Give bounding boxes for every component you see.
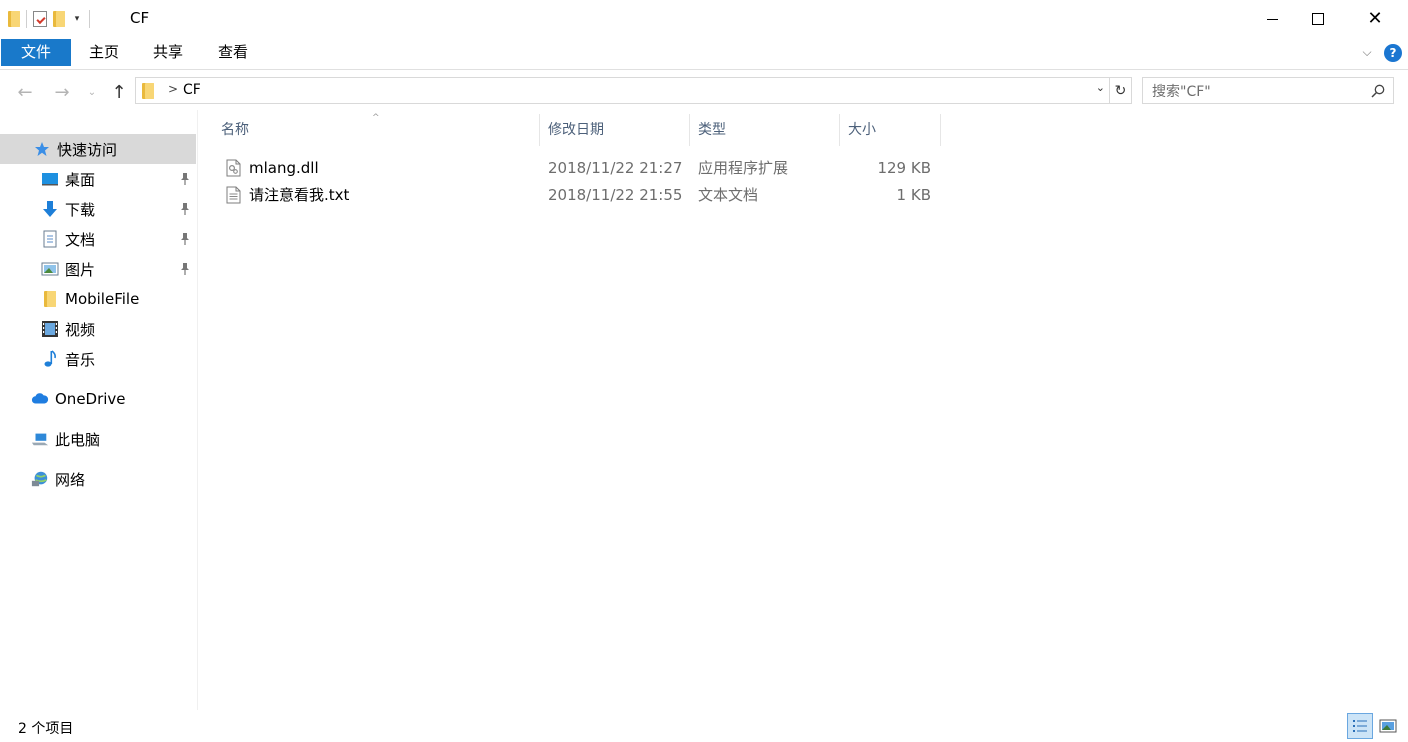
customize-toolbar-dropdown[interactable]: ▾ [71,14,83,24]
file-row[interactable]: mlang.dll 2018/11/22 21:27 应用程序扩展 129 KB [222,155,942,181]
sidebar-item-network[interactable]: 网络 [0,464,196,494]
column-header-size[interactable]: 大小 [840,114,941,146]
properties-icon[interactable] [33,11,47,27]
refresh-button[interactable]: ↻ [1110,77,1132,104]
folder-icon [142,83,154,99]
sidebar-item-label: 下载 [65,200,96,219]
sidebar-item-quick-access[interactable]: 快速访问 [0,134,196,164]
column-header-type[interactable]: 类型 [690,114,840,146]
file-size: 1 KB [896,186,931,204]
file-date: 2018/11/22 21:27 [548,159,683,177]
sidebar-item-pictures[interactable]: 图片 [0,254,196,284]
minimize-button[interactable] [1249,0,1295,38]
details-view-button[interactable] [1347,713,1373,739]
title-bar: ▾ CF ✕ [0,0,1408,38]
download-icon [41,200,59,218]
dll-file-icon [226,159,241,177]
large-icons-view-button[interactable] [1378,716,1398,736]
new-folder-icon[interactable] [53,11,65,27]
sidebar-item-label: 文档 [65,230,96,249]
search-icon[interactable] [1371,84,1385,98]
item-count: 2 个项目 [18,721,74,737]
file-type: 文本文档 [698,186,759,204]
breadcrumb-separator[interactable]: > [168,82,178,96]
maximize-icon [1312,13,1324,25]
sidebar-item-mobilefile[interactable]: MobileFile [0,284,196,314]
column-header-date[interactable]: 修改日期 [540,114,690,146]
pin-icon[interactable] [180,262,190,276]
sidebar-item-music[interactable]: 音乐 [0,344,196,374]
sidebar-item-label: 视频 [65,320,96,339]
close-button[interactable]: ✕ [1352,0,1398,38]
cloud-icon [31,390,49,408]
details-view-icon [1353,720,1367,732]
forward-button[interactable]: → [52,82,72,103]
close-icon: ✕ [1367,8,1383,29]
tab-view[interactable]: 查看 [217,38,249,66]
network-icon [31,470,49,488]
sidebar-item-label: 音乐 [65,350,96,369]
tab-home[interactable]: 主页 [88,38,120,66]
navigation-bar: ← → ⌄ ↑ > CF ⌄ ↻ [0,70,1408,110]
sidebar-item-documents[interactable]: 文档 [0,224,196,254]
window-title: CF [130,9,150,27]
minimize-icon [1266,18,1278,20]
recent-locations-button[interactable]: ⌄ [84,82,100,102]
sidebar-item-downloads[interactable]: 下载 [0,194,196,224]
search-input[interactable] [1143,78,1374,105]
sidebar-item-videos[interactable]: 视频 [0,314,196,344]
file-size: 129 KB [877,159,931,177]
folder-icon [8,11,20,27]
pin-icon[interactable] [180,232,190,246]
large-icons-view-icon [1379,719,1397,733]
sidebar-item-label: 图片 [65,260,96,279]
toolbar-divider [89,10,90,28]
video-icon [41,320,59,338]
ribbon-tabs: 文件 主页 共享 查看 ⌵ ? [0,38,1408,70]
sidebar-item-onedrive[interactable]: OneDrive [0,384,196,414]
pictures-icon [41,260,59,278]
help-icon[interactable]: ? [1384,44,1402,62]
sidebar-item-desktop[interactable]: 桌面 [0,164,196,194]
navigation-pane: 快速访问 桌面 下载 文档 图片 MobileFile 视频 音乐 OneDri… [0,110,198,710]
sidebar-item-label: OneDrive [55,390,126,408]
sidebar-item-label: MobileFile [65,290,140,308]
address-bar[interactable]: > CF ⌄ [135,77,1110,104]
document-icon [41,230,59,248]
status-bar: 2 个项目 [0,710,1408,742]
tab-file[interactable]: 文件 [1,39,71,66]
file-type: 应用程序扩展 [698,159,789,177]
quick-access-toolbar: ▾ [8,8,90,30]
search-box[interactable] [1142,77,1394,105]
file-name[interactable]: mlang.dll [249,155,319,181]
text-file-icon [226,186,241,204]
tab-share[interactable]: 共享 [152,38,184,66]
computer-icon [31,430,49,448]
pin-icon[interactable] [180,172,190,186]
file-name[interactable]: 请注意看我.txt [249,182,349,208]
sidebar-item-label: 快速访问 [57,140,118,159]
sidebar-item-this-pc[interactable]: 此电脑 [0,424,196,454]
back-button[interactable]: ← [15,82,35,103]
sidebar-item-label: 此电脑 [55,430,101,449]
file-date: 2018/11/22 21:55 [548,186,683,204]
sidebar-item-label: 网络 [55,470,86,489]
file-row[interactable]: 请注意看我.txt 2018/11/22 21:55 文本文档 1 KB [222,182,942,208]
toolbar-divider [26,10,27,28]
expand-ribbon-icon[interactable]: ⌵ [1359,44,1375,60]
desktop-icon [41,170,59,188]
up-button[interactable]: ↑ [109,82,129,103]
column-headers: 名称 修改日期 类型 大小 [213,114,941,146]
maximize-button[interactable] [1295,0,1341,38]
sidebar-item-label: 桌面 [65,170,96,189]
star-icon [33,140,51,158]
pin-icon[interactable] [180,202,190,216]
music-icon [41,350,59,368]
folder-icon [41,290,59,308]
breadcrumb-item[interactable]: CF [183,82,201,98]
address-dropdown-icon[interactable]: ⌄ [1096,81,1105,94]
sort-indicator-icon: ^ [372,113,380,123]
